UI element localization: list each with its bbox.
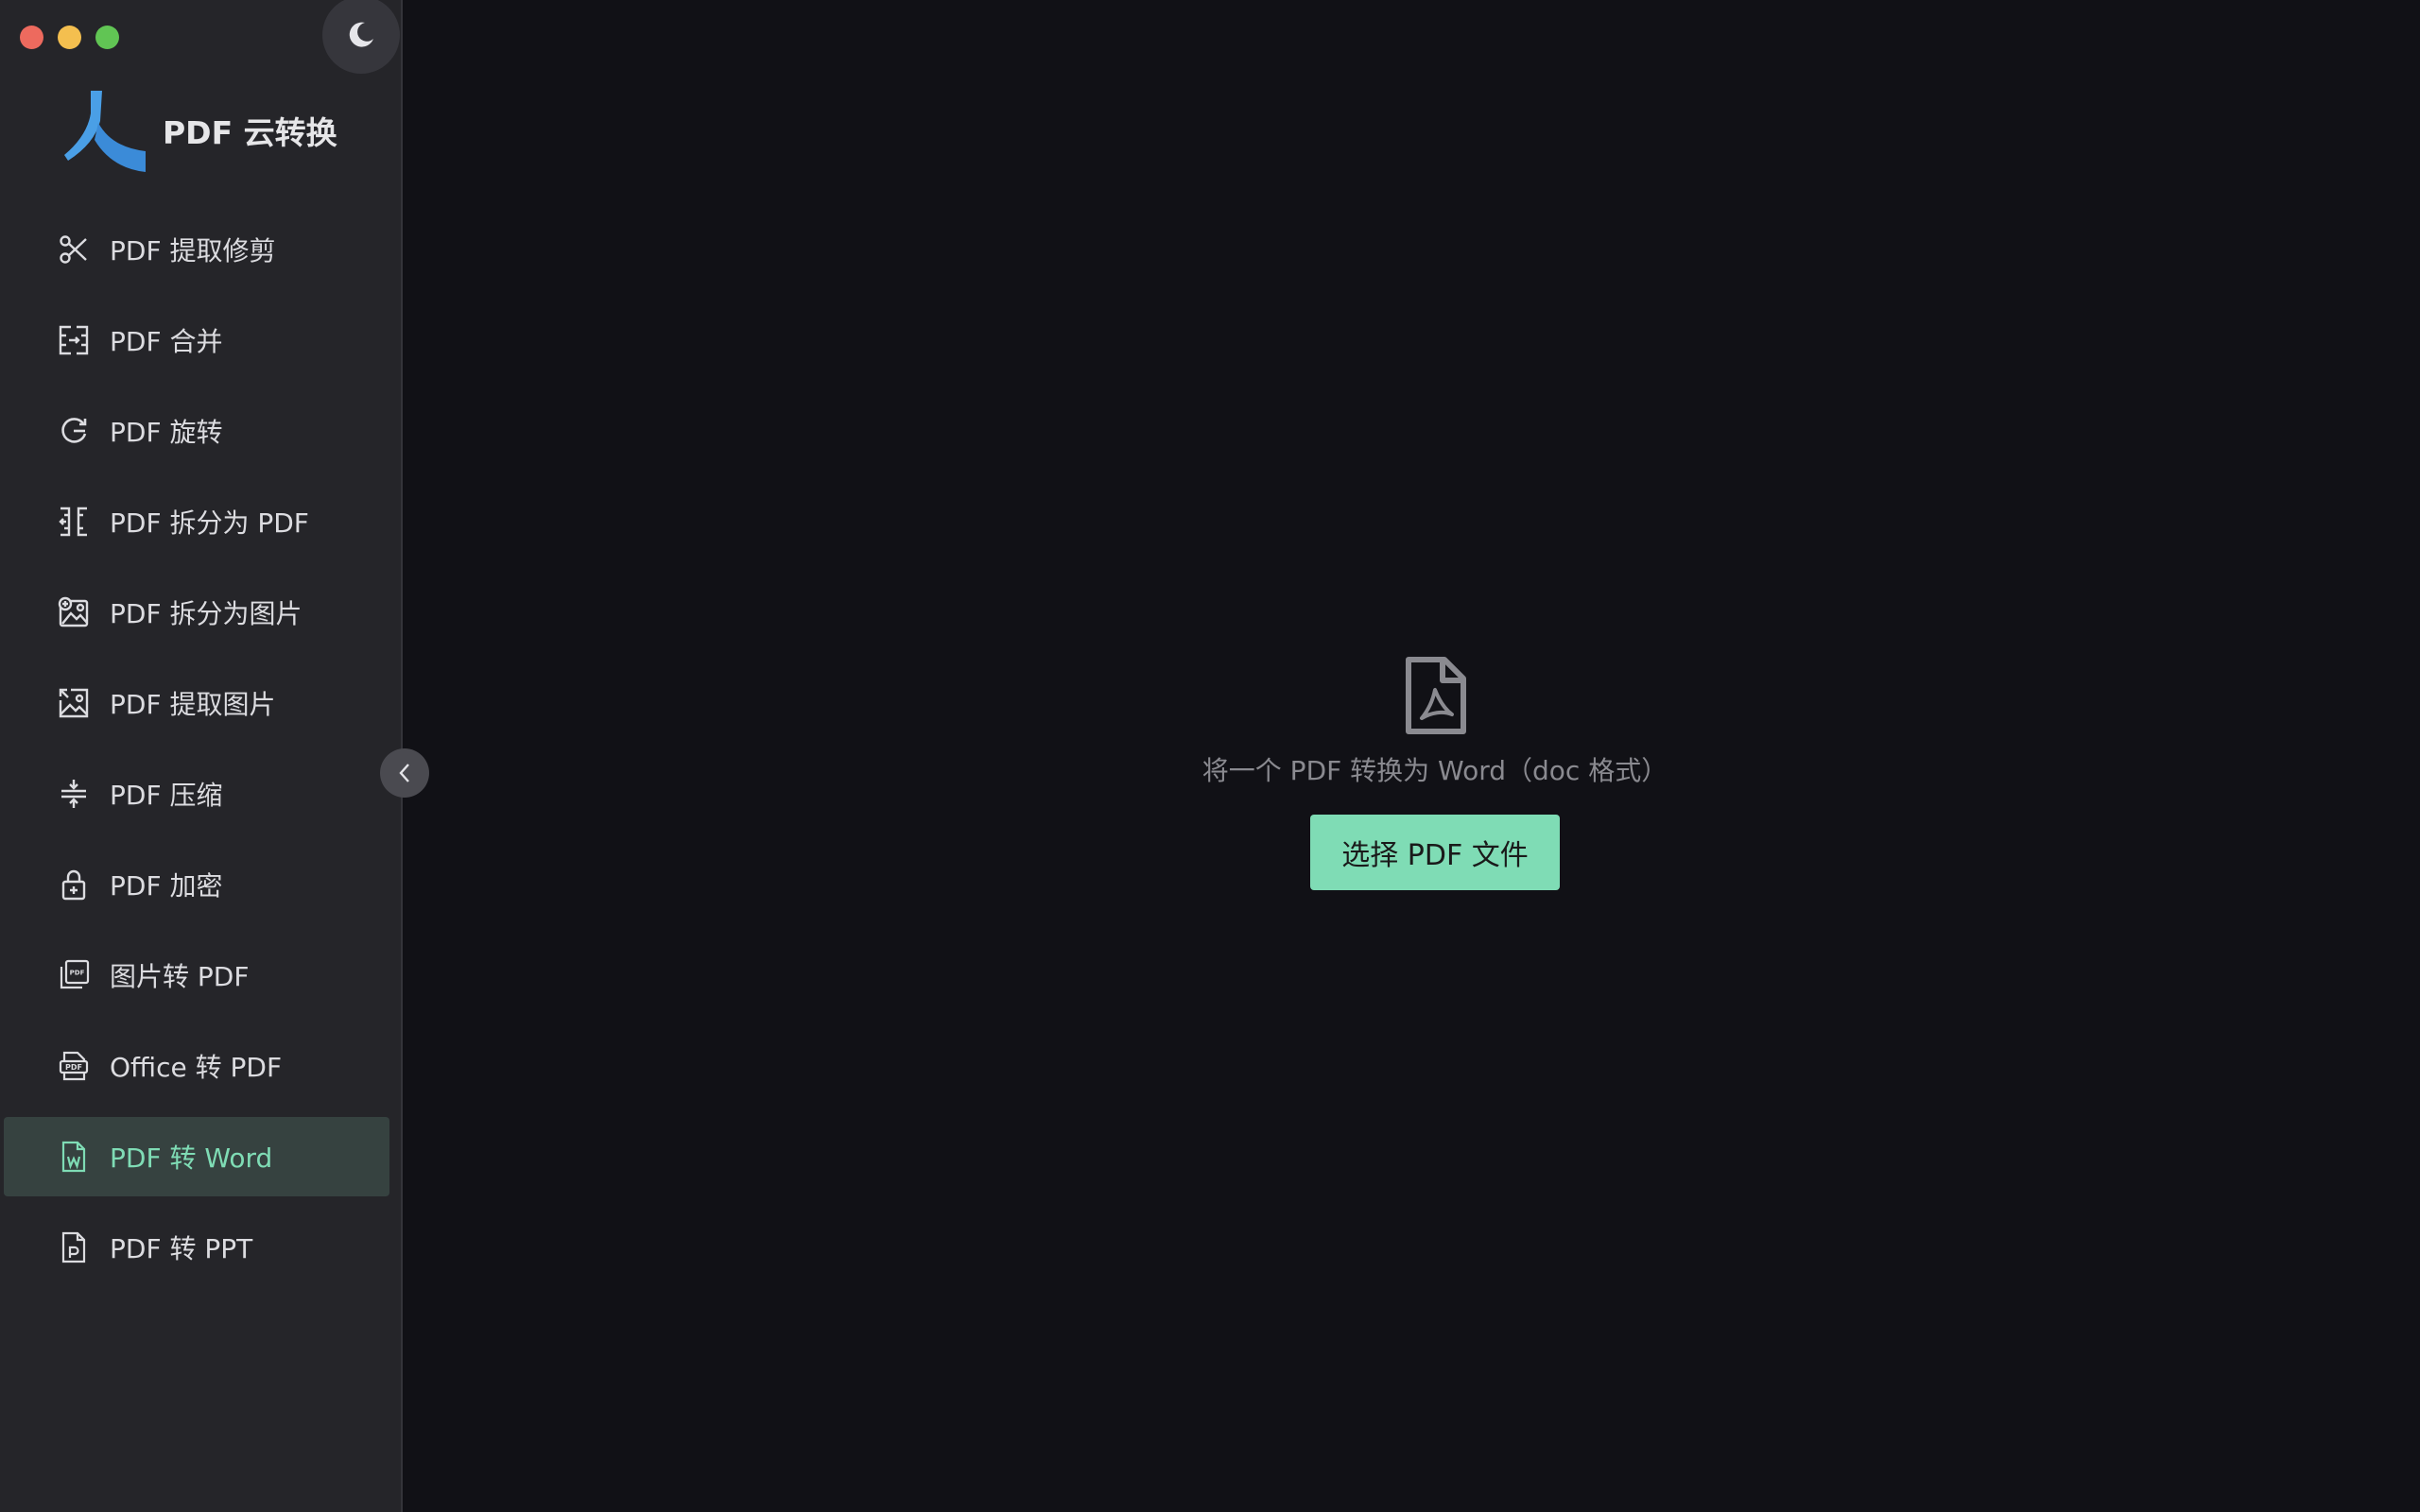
office-to-pdf-icon: PDF [55,1047,93,1085]
sidebar-item-split-pdf[interactable]: PDF 拆分为 PDF [4,482,389,561]
rotate-icon [55,412,93,450]
conversion-description: 将一个 PDF 转换为 Word（doc 格式） [1201,755,1668,786]
chevron-left-icon [399,764,409,782]
compress-icon [55,775,93,813]
maximize-window-button[interactable] [95,26,119,49]
sidebar-item-label: PDF 合并 [110,326,223,357]
split-icon [55,503,93,541]
sidebar-item-label: Office 转 PDF [110,1052,283,1083]
moon-icon [349,22,373,47]
collapse-sidebar-button[interactable] [380,748,429,798]
image-to-pdf-icon: PDF [55,956,93,994]
sidebar-item-label: PDF 压缩 [110,780,223,811]
sidebar-item-rotate[interactable]: PDF 旋转 [4,391,389,471]
sidebar-item-compress[interactable]: PDF 压缩 [4,754,389,833]
sidebar-nav: PDF 提取修剪 PDF 合并 PDF 旋转 PDF 拆分为 PDF PDF 拆… [0,210,401,1298]
brand: PDF 云转换 [62,89,337,172]
sidebar: PDF 云转换 PDF 提取修剪 PDF 合并 PDF 旋转 PDF 拆分为 P… [0,0,403,1512]
svg-text:PDF: PDF [70,970,85,977]
theme-toggle-button[interactable] [322,0,400,74]
empty-state: 将一个 PDF 转换为 Word（doc 格式） 选择 PDF 文件 [405,656,2420,890]
scissors-icon [55,231,93,268]
ppt-file-icon [55,1228,93,1266]
sidebar-item-label: PDF 转 Word [110,1143,273,1174]
app-name: PDF 云转换 [163,114,337,151]
split-image-icon [55,593,93,631]
sidebar-item-label: PDF 加密 [110,870,223,902]
main-content: 将一个 PDF 转换为 Word（doc 格式） 选择 PDF 文件 [405,0,2420,1512]
merge-icon [55,321,93,359]
minimize-window-button[interactable] [58,26,81,49]
sidebar-item-image-to-pdf[interactable]: PDF 图片转 PDF [4,936,389,1015]
sidebar-item-extract-image[interactable]: PDF 提取图片 [4,663,389,743]
sidebar-item-pdf-to-ppt[interactable]: PDF 转 PPT [4,1208,389,1287]
window-controls [20,26,119,49]
pdf-file-icon [1406,657,1466,734]
select-pdf-file-button[interactable]: 选择 PDF 文件 [1310,815,1560,890]
sidebar-item-label: 图片转 PDF [110,961,250,992]
svg-text:PDF: PDF [65,1063,82,1072]
sidebar-item-label: PDF 拆分为 PDF [110,507,309,539]
sidebar-item-label: PDF 转 PPT [110,1233,253,1264]
sidebar-item-label: PDF 旋转 [110,417,223,448]
sidebar-item-label: PDF 拆分为图片 [110,598,302,629]
word-file-icon [55,1138,93,1176]
sidebar-item-split-image[interactable]: PDF 拆分为图片 [4,573,389,652]
sidebar-item-encrypt[interactable]: PDF 加密 [4,845,389,924]
sidebar-item-label: PDF 提取修剪 [110,235,276,266]
app-logo-icon [64,91,146,172]
app-window: PDF 云转换 PDF 提取修剪 PDF 合并 PDF 旋转 PDF 拆分为 P… [0,0,2420,1512]
sidebar-item-pdf-to-word[interactable]: PDF 转 Word [4,1117,389,1196]
extract-image-icon [55,684,93,722]
sidebar-item-label: PDF 提取图片 [110,689,276,720]
sidebar-item-merge[interactable]: PDF 合并 [4,301,389,380]
sidebar-item-extract-trim[interactable]: PDF 提取修剪 [4,210,389,289]
close-window-button[interactable] [20,26,43,49]
sidebar-item-office-to-pdf[interactable]: PDF Office 转 PDF [4,1026,389,1106]
lock-icon [55,866,93,903]
